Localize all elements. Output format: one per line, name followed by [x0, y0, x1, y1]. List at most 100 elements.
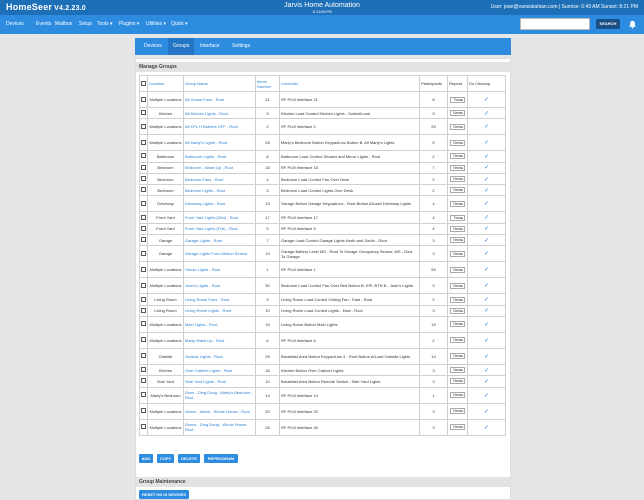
row-checkbox[interactable]: [141, 378, 146, 384]
repeat-select[interactable]: Never: [450, 296, 465, 303]
group-name-link[interactable]: Driveway Lights - Root: [183, 195, 256, 213]
cleanup-check-icon[interactable]: ✓: [484, 215, 489, 221]
cleanup-check-icon[interactable]: ✓: [484, 226, 489, 232]
cleanup-check-icon[interactable]: ✓: [484, 283, 489, 289]
cleanup-check-icon[interactable]: ✓: [484, 238, 489, 244]
group-name-link[interactable]: Main Lights - Root: [183, 315, 256, 333]
repeat-select[interactable]: Never: [450, 200, 465, 207]
row-checkbox[interactable]: [141, 266, 146, 272]
row-checkbox[interactable]: [141, 424, 146, 430]
row-checkbox[interactable]: [141, 110, 146, 116]
col-number[interactable]: Items Number: [255, 75, 280, 92]
row-checkbox[interactable]: [141, 321, 146, 327]
group-name-link[interactable]: Front Yard Lights (Full) - Root: [183, 222, 256, 236]
add-button[interactable]: ADD: [139, 454, 153, 463]
group-name-link[interactable]: All Kitchen Lights - Root: [183, 106, 256, 120]
group-name-link[interactable]: All KPL H Buttons OFF - Root: [183, 118, 256, 136]
tab-devices[interactable]: Devices: [139, 38, 167, 55]
search-button[interactable]: SEARCH: [596, 19, 620, 29]
repeat-select[interactable]: Never: [450, 307, 465, 314]
cleanup-check-icon[interactable]: ✓: [484, 251, 489, 257]
cleanup-check-icon[interactable]: ✓: [484, 188, 489, 194]
group-name-link[interactable]: Sirens - Alarm - Whole House - Root: [183, 402, 256, 420]
reset-hs-ui-devices-button[interactable]: RESET HS UI DEVICES: [139, 490, 189, 499]
group-name-link[interactable]: Living Room Lights - Root: [183, 304, 256, 317]
group-name-link[interactable]: Bedroom Fans - Root: [183, 172, 256, 186]
repeat-select[interactable]: Never: [450, 250, 465, 257]
repeat-select[interactable]: Never: [450, 225, 465, 232]
row-checkbox[interactable]: [141, 214, 146, 220]
cleanup-check-icon[interactable]: ✓: [484, 308, 489, 314]
repeat-select[interactable]: Never: [450, 123, 465, 130]
cleanup-check-icon[interactable]: ✓: [484, 393, 489, 399]
cleanup-check-icon[interactable]: ✓: [484, 322, 489, 328]
group-name-link[interactable]: Bedroom Lights - Root: [183, 184, 256, 197]
cleanup-check-icon[interactable]: ✓: [484, 368, 489, 374]
cleanup-check-icon[interactable]: ✓: [484, 409, 489, 415]
cleanup-check-icon[interactable]: ✓: [484, 165, 489, 171]
cleanup-check-icon[interactable]: ✓: [484, 267, 489, 273]
group-name-link[interactable]: Side Yard Lights - Root: [183, 375, 256, 388]
row-checkbox[interactable]: [141, 164, 146, 170]
nav-item-1[interactable]: Events: [36, 21, 51, 27]
row-checkbox[interactable]: [141, 139, 146, 145]
col-group-name[interactable]: Group Name: [183, 75, 256, 92]
row-checkbox[interactable]: [141, 250, 146, 256]
repeat-select[interactable]: Never: [450, 153, 465, 160]
group-name-link[interactable]: Jean's Lights - Root: [183, 277, 256, 295]
repeat-select[interactable]: Never: [450, 392, 465, 399]
nav-item-4[interactable]: Tools ▾: [97, 21, 113, 27]
group-name-link[interactable]: Outside Lights - Root: [183, 347, 256, 365]
cleanup-check-icon[interactable]: ✓: [484, 97, 489, 103]
nav-item-3[interactable]: Setup: [79, 21, 92, 27]
cleanup-check-icon[interactable]: ✓: [484, 425, 489, 431]
cleanup-check-icon[interactable]: ✓: [484, 177, 489, 183]
group-name-link[interactable]: All Marty's Lights - Root: [183, 134, 256, 152]
repeat-select[interactable]: Never: [450, 164, 465, 171]
repeat-select[interactable]: Never: [450, 367, 465, 374]
repeat-select[interactable]: Never: [450, 187, 465, 194]
copy-button[interactable]: COPY: [157, 454, 174, 463]
nav-item-6[interactable]: Utilities ▾: [146, 21, 166, 27]
tab-groups[interactable]: Groups: [168, 38, 195, 55]
group-name-link[interactable]: Living Room Fans - Root: [183, 293, 256, 306]
group-name-link[interactable]: Over Cabinet Lights - Root: [183, 363, 256, 377]
repeat-select[interactable]: Twice: [450, 96, 465, 103]
tab-interface[interactable]: Interface: [195, 38, 224, 55]
row-checkbox[interactable]: [141, 337, 146, 343]
row-checkbox[interactable]: [141, 200, 146, 206]
repeat-select[interactable]: Never: [450, 408, 465, 415]
cleanup-check-icon[interactable]: ✓: [484, 111, 489, 117]
tab-settings[interactable]: Settings: [227, 38, 255, 55]
delete-button[interactable]: DELETE: [178, 454, 200, 463]
row-checkbox[interactable]: [141, 282, 146, 288]
group-name-link[interactable]: Garage Lights From Motion Sensor: [183, 245, 256, 263]
group-name-link[interactable]: Marty Wake Up - Root: [183, 331, 256, 349]
bell-icon[interactable]: [628, 20, 637, 29]
nav-item-5[interactable]: Plugins ▾: [119, 21, 139, 27]
cleanup-check-icon[interactable]: ✓: [484, 124, 489, 130]
row-checkbox[interactable]: [141, 307, 146, 313]
reprogram-button[interactable]: REPROGRAM: [204, 454, 238, 463]
row-checkbox[interactable]: [141, 367, 146, 373]
repeat-select[interactable]: Never: [450, 266, 465, 273]
group-name-link[interactable]: Front Yard Lights (Dim) - Root: [183, 211, 256, 224]
group-name-link[interactable]: Bedroom - Wake Up - Root: [183, 161, 256, 174]
repeat-select[interactable]: Never: [450, 337, 465, 344]
repeat-select[interactable]: Never: [450, 321, 465, 328]
group-name-link[interactable]: All House Fans - Root: [183, 91, 256, 108]
row-checkbox[interactable]: [141, 123, 146, 129]
cleanup-check-icon[interactable]: ✓: [484, 379, 489, 385]
repeat-select[interactable]: Never: [450, 424, 465, 431]
col-location[interactable]: Location: [147, 75, 184, 92]
row-checkbox[interactable]: [141, 225, 146, 231]
col-controller[interactable]: Controller: [279, 75, 420, 92]
repeat-select[interactable]: Never: [450, 353, 465, 360]
row-checkbox[interactable]: [141, 408, 146, 414]
group-name-link[interactable]: Sirens - Ding Dong - Whole House - Root: [183, 418, 256, 436]
cleanup-check-icon[interactable]: ✓: [484, 140, 489, 146]
row-checkbox[interactable]: [141, 237, 146, 243]
select-all-checkbox[interactable]: [141, 80, 146, 86]
row-checkbox[interactable]: [141, 353, 146, 359]
group-name-link[interactable]: Bathroom Lights - Root: [183, 150, 256, 163]
